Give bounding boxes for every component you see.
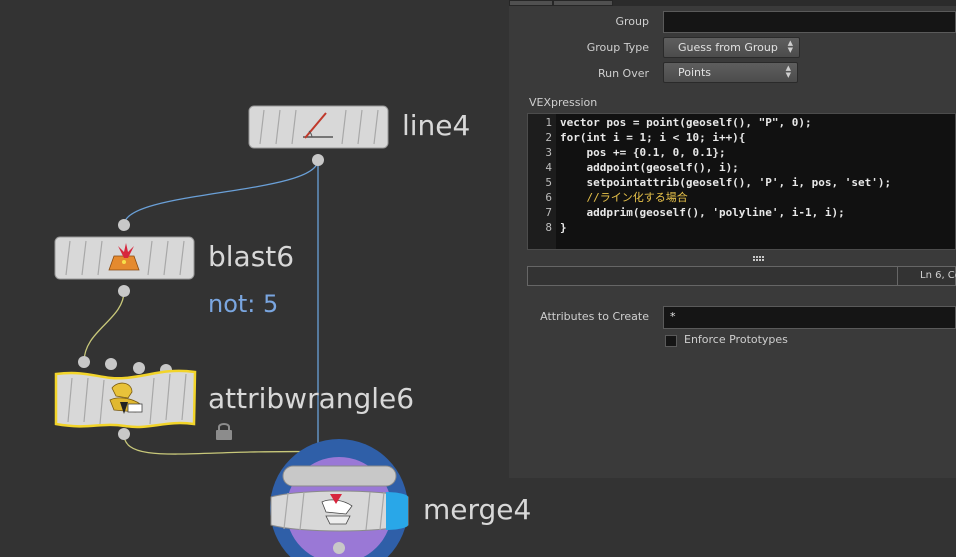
node-attribwrangle6[interactable]	[54, 356, 197, 440]
editor-resize-handle[interactable]	[527, 251, 956, 264]
vexpression-label: VEXpression	[529, 96, 598, 109]
line-number: 6	[545, 191, 552, 204]
line-number: 3	[545, 146, 552, 159]
group-type-value: Guess from Group	[678, 41, 778, 54]
code-line: addpoint(geoself(), i);	[560, 161, 739, 174]
node-label-attribwrangle6[interactable]: attribwrangle6	[208, 385, 414, 413]
line-number: 5	[545, 176, 552, 189]
node-line4[interactable]	[248, 105, 389, 166]
code-line: for(int i = 1; i < 10; i++){	[560, 131, 746, 144]
line-number: 8	[545, 221, 552, 234]
run-over-value: Points	[678, 66, 712, 79]
enforce-prototypes-checkbox[interactable]	[665, 335, 677, 347]
grip-icon	[753, 256, 764, 261]
run-over-label: Run Over	[597, 67, 649, 80]
attributes-to-create-field[interactable]: *	[663, 306, 956, 329]
chevron-updown-icon: ▲ ▼	[785, 64, 791, 79]
chevron-updown-icon: ▲ ▼	[787, 39, 793, 54]
line-number: 1	[545, 116, 552, 129]
node-merge4[interactable]	[270, 439, 409, 557]
node-label-merge4[interactable]: merge4	[423, 496, 531, 524]
cursor-position: Ln 6, Col	[897, 267, 956, 285]
wire-blast6-to-attribwrangle6[interactable]	[83, 290, 125, 363]
tab-code[interactable]	[509, 0, 553, 6]
wire-line4-to-blast6[interactable]	[123, 159, 319, 226]
node-blast6[interactable]	[54, 219, 195, 297]
node-label-line4[interactable]: line4	[402, 112, 470, 140]
group-type-label: Group Type	[586, 41, 649, 54]
code-line: pos += {0.1, 0, 0.1};	[560, 146, 726, 159]
parameter-panel: Group Group Type Guess from Group ▲ ▼ Run…	[509, 0, 956, 478]
tab-bindings[interactable]	[553, 0, 613, 6]
run-over-dropdown[interactable]: Points ▲ ▼	[663, 62, 798, 83]
lock-icon[interactable]	[214, 421, 234, 441]
group-field[interactable]	[663, 11, 956, 33]
enforce-prototypes-label: Enforce Prototypes	[684, 333, 788, 346]
code-line: vector pos = point(geoself(), "P", 0);	[560, 116, 812, 129]
code-line: setpointattrib(geoself(), 'P', i, pos, '…	[560, 176, 892, 189]
node-label-blast6[interactable]: blast6	[208, 243, 294, 271]
code-line: addprim(geoself(), 'polyline', i-1, i);	[560, 206, 845, 219]
line-number: 4	[545, 161, 552, 174]
line-number: 2	[545, 131, 552, 144]
attributes-to-create-label: Attributes to Create	[540, 310, 649, 323]
code-line-comment: //ライン化する場合	[560, 191, 688, 204]
vex-code-editor[interactable]: 1 2 3 4 5 6 7 8 vector pos = point(geose…	[527, 113, 956, 250]
line-number-gutter: 1 2 3 4 5 6 7 8	[528, 114, 556, 249]
code-line: }	[560, 221, 567, 234]
line-number: 7	[545, 206, 552, 219]
editor-status-bar: Ln 6, Col	[527, 266, 956, 286]
node-comment-blast6: not: 5	[208, 290, 279, 318]
group-type-dropdown[interactable]: Guess from Group ▲ ▼	[663, 37, 800, 58]
group-label: Group	[615, 15, 650, 28]
